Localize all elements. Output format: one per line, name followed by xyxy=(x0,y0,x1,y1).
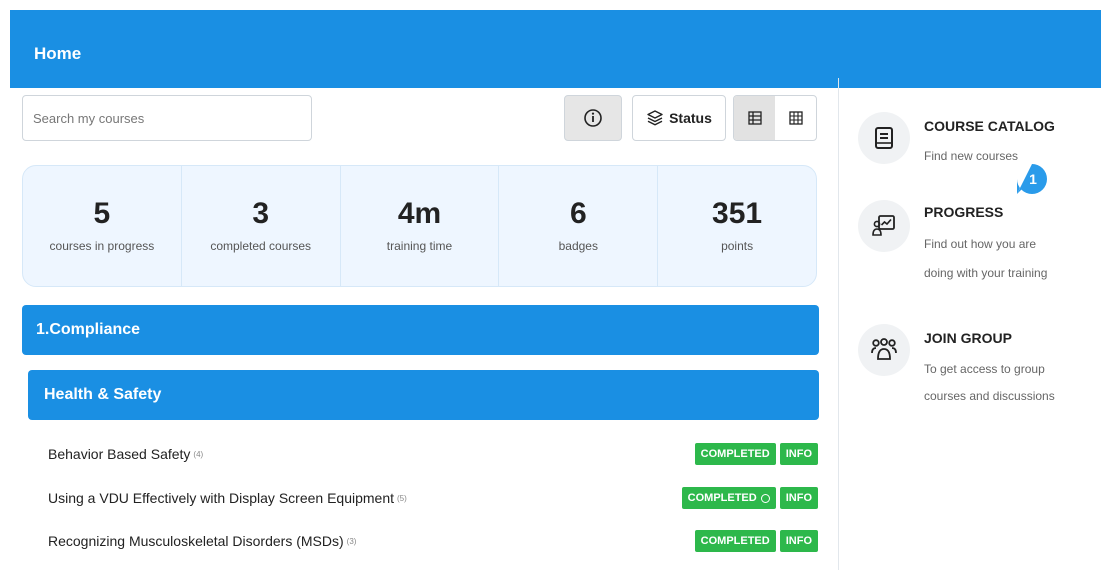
view-toggle xyxy=(733,95,817,141)
in-progress-ring-icon xyxy=(760,493,770,503)
stat-value: 5 xyxy=(93,197,111,230)
stat-badges: 6 badges xyxy=(499,166,659,286)
catalog-title: COURSE CATALOG xyxy=(924,118,1055,134)
info-button[interactable] xyxy=(564,95,622,141)
stat-label: courses in progress xyxy=(49,239,155,253)
progress-desc-line2: doing with your training xyxy=(924,266,1048,280)
completed-badge[interactable]: COMPLETED xyxy=(694,443,776,465)
join-group-link[interactable]: JOIN GROUP To get access to group course… xyxy=(858,324,1088,414)
stat-label: completed courses xyxy=(210,239,312,253)
group-desc-line2: courses and discussions xyxy=(924,389,1055,403)
status-label: Status xyxy=(669,110,712,126)
panel-divider xyxy=(838,78,839,570)
search-input[interactable] xyxy=(22,95,312,141)
progress-link[interactable]: PROGRESS Find out how you are doing with… xyxy=(858,200,1088,295)
stat-value: 3 xyxy=(252,197,270,230)
stats-panel: 5 courses in progress 3 completed course… xyxy=(22,165,817,287)
completed-badge[interactable]: COMPLETED xyxy=(694,530,776,552)
course-catalog-link[interactable]: COURSE CATALOG Find new courses xyxy=(858,112,1088,192)
course-count: (4) xyxy=(193,449,204,459)
catalog-icon-circle xyxy=(858,112,910,164)
course-name[interactable]: Recognizing Musculoskeletal Disorders (M… xyxy=(48,533,344,549)
course-row[interactable]: Using a VDU Effectively with Display Scr… xyxy=(48,485,818,511)
page-header: Home xyxy=(10,10,1101,88)
stat-label: points xyxy=(721,239,754,253)
info-badge[interactable]: INFO xyxy=(779,487,818,509)
course-row[interactable]: Recognizing Musculoskeletal Disorders (M… xyxy=(48,528,818,554)
progress-icon-circle xyxy=(858,200,910,252)
list-view-icon xyxy=(747,111,762,125)
stat-completed-courses: 3 completed courses xyxy=(182,166,341,286)
progress-title: PROGRESS xyxy=(924,204,1004,220)
stat-value: 6 xyxy=(569,197,587,230)
stat-points: 351 points xyxy=(658,166,816,286)
stat-training-time: 4m training time xyxy=(341,166,500,286)
progress-chart-icon xyxy=(872,215,895,236)
course-name[interactable]: Using a VDU Effectively with Display Scr… xyxy=(48,490,394,506)
grid-view-icon xyxy=(788,111,803,125)
info-icon xyxy=(584,109,602,127)
group-icon-circle xyxy=(858,324,910,376)
group-desc-line1: To get access to group xyxy=(924,362,1045,376)
list-view-button[interactable] xyxy=(734,96,775,140)
group-title: JOIN GROUP xyxy=(924,330,1012,346)
stat-value: 4m xyxy=(397,197,442,230)
course-count: (5) xyxy=(397,493,407,503)
completed-badge[interactable]: COMPLETED xyxy=(681,487,776,509)
course-name[interactable]: Behavior Based Safety xyxy=(48,446,190,462)
layers-icon xyxy=(647,110,663,126)
catalog-desc: Find new courses xyxy=(924,149,1019,163)
category-title: 1.Compliance xyxy=(36,321,141,338)
stat-courses-in-progress: 5 courses in progress xyxy=(23,166,182,286)
grid-view-button[interactable] xyxy=(775,96,816,140)
tour-step-pin-icon[interactable]: 1 xyxy=(1015,162,1049,196)
info-badge[interactable]: INFO xyxy=(779,443,818,465)
group-icon xyxy=(871,338,897,360)
info-badge[interactable]: INFO xyxy=(779,530,818,552)
subcategory-header[interactable]: Health & Safety xyxy=(28,370,819,420)
stat-label: badges xyxy=(558,239,598,253)
page-title: Home xyxy=(34,44,82,63)
stat-label: training time xyxy=(386,239,453,253)
tour-step-number: 1 xyxy=(1029,171,1037,187)
course-row[interactable]: Behavior Based Safety (4) COMPLETED INFO xyxy=(48,441,818,467)
stat-value: 351 xyxy=(712,197,763,230)
book-icon xyxy=(875,127,893,149)
progress-desc-line1: Find out how you are xyxy=(924,237,1037,251)
status-filter-button[interactable]: Status xyxy=(632,95,726,141)
subcategory-title: Health & Safety xyxy=(44,386,162,403)
completed-badge-label: COMPLETED xyxy=(687,492,757,504)
category-header[interactable]: 1.Compliance xyxy=(22,305,819,355)
course-count: (3) xyxy=(346,536,357,546)
